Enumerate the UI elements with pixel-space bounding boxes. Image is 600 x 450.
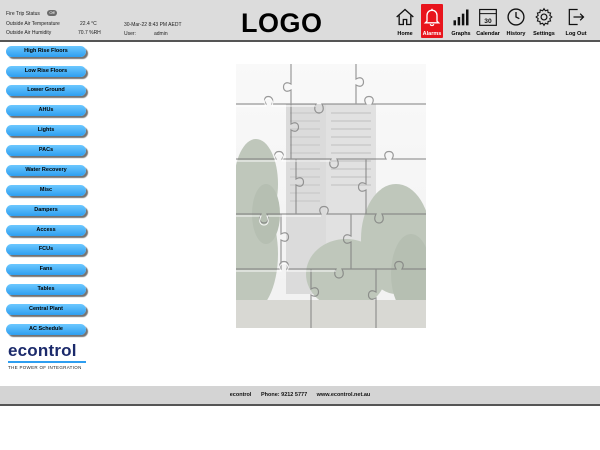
sidebar-item-fans[interactable]: Fans (6, 264, 86, 275)
calendar-icon: 30 (479, 8, 497, 26)
nav-calendar-label: Calendar (476, 31, 500, 37)
sidebar-item-pacs[interactable]: PACs (6, 145, 86, 156)
footer-website-link[interactable]: www.econtrol.net.au (317, 392, 371, 398)
sidebar-item-dampers[interactable]: Dampers (6, 205, 86, 216)
nav-home-button[interactable]: Home (394, 4, 416, 38)
footer-bar: econtrol Phone: 9212 5777 www.econtrol.n… (0, 386, 600, 406)
fire-trip-label: Fire Trip Status (6, 11, 40, 17)
brand-divider (8, 361, 86, 363)
bell-icon (423, 8, 441, 27)
calendar-day-number: 30 (484, 18, 492, 25)
outside-humidity-label: Outside Air Humidity (6, 30, 52, 36)
sidebar-item-misc[interactable]: Misc (6, 185, 86, 196)
nav-calendar-button[interactable]: 30 Calendar (476, 4, 500, 38)
nav-settings-button[interactable]: Settings (533, 4, 555, 38)
sidebar-item-lights[interactable]: Lights (6, 125, 86, 136)
nav-graphs-label: Graphs (451, 31, 471, 37)
nav-alarms-label: Alarms (422, 31, 442, 37)
brand-logo: econtrol THE POWER OF INTEGRATION (8, 341, 86, 370)
user-name: admin (154, 31, 168, 37)
sidebar-item-low-rise-floors[interactable]: Low Rise Floors (6, 66, 86, 77)
footer-phone: Phone: 9212 5777 (260, 392, 308, 398)
outside-temp-label: Outside Air Temperature (6, 21, 60, 27)
outside-humidity-value: 70.7 %RH (78, 30, 101, 36)
fire-trip-status-badge: Off (47, 10, 57, 16)
clock-icon (507, 8, 525, 26)
building-puzzle-image (236, 64, 426, 328)
brand-name: econtrol (8, 341, 77, 360)
home-icon (396, 8, 414, 26)
brand-tagline: THE POWER OF INTEGRATION (8, 365, 82, 370)
user-label: User: (124, 31, 136, 37)
sidebar-item-ac-schedule[interactable]: AC Schedule (6, 324, 86, 335)
sidebar-item-tables[interactable]: Tables (6, 284, 86, 295)
nav-logout-button[interactable]: Log Out (565, 4, 587, 38)
logo: LOGO (241, 8, 323, 38)
nav-history-label: History (506, 31, 526, 37)
header-bar: Fire Trip Status Off Outside Air Tempera… (0, 0, 600, 42)
logout-icon (568, 8, 585, 26)
nav-logout-label: Log Out (565, 31, 587, 37)
sidebar-item-ahus[interactable]: AHUs (6, 105, 86, 116)
nav-graphs-button[interactable]: Graphs (450, 4, 472, 38)
footer-company: econtrol (229, 392, 252, 398)
sidebar-item-fcus[interactable]: FCUs (6, 244, 86, 255)
sidebar-item-access[interactable]: Access (6, 225, 86, 236)
sidebar-item-water-recovery[interactable]: Water Recovery (6, 165, 86, 176)
sidebar-item-high-rise-floors[interactable]: High Rise Floors (6, 46, 86, 57)
building-puzzle-graphic (236, 64, 426, 328)
datetime-display: 30-Mar-22 8:43 PM AEDT (124, 22, 182, 28)
nav-home-label: Home (397, 31, 413, 37)
outside-temp-value: 22.4 °C (80, 21, 97, 27)
sidebar-item-lower-ground[interactable]: Lower Ground (6, 85, 86, 96)
nav-history-button[interactable]: History (505, 4, 527, 38)
bar-chart-icon (453, 9, 469, 26)
nav-alarms-button[interactable]: Alarms (421, 4, 443, 38)
sidebar-item-central-plant[interactable]: Central Plant (6, 304, 86, 315)
nav-settings-label: Settings (533, 31, 555, 37)
footer-contact: econtrol Phone: 9212 5777 www.econtrol.n… (0, 386, 600, 404)
gear-icon (535, 7, 553, 27)
